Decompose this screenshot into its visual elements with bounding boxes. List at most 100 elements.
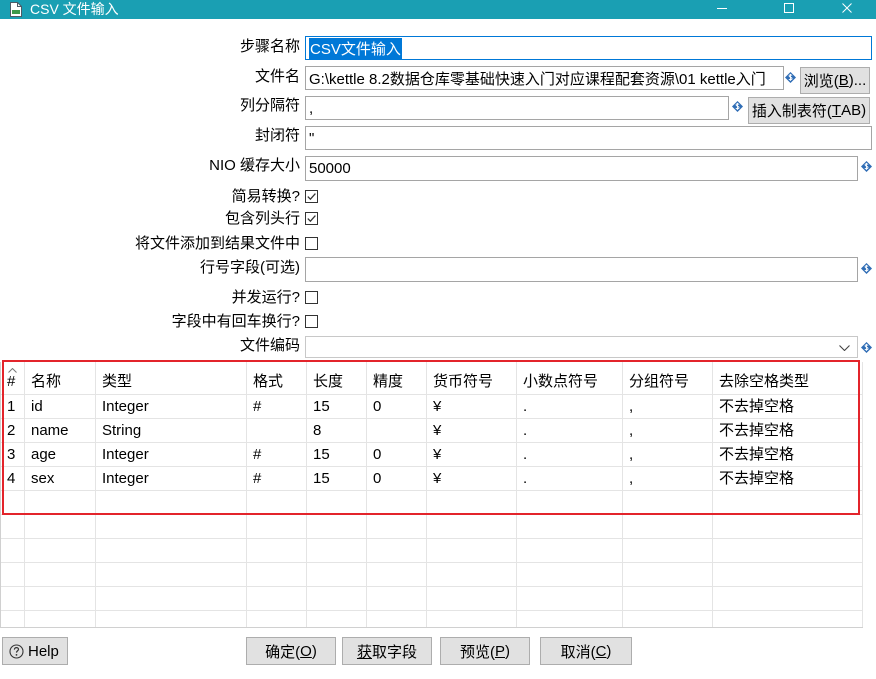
row-number-cell[interactable]: 3: [1, 443, 25, 466]
empty-cell[interactable]: [623, 491, 713, 514]
empty-cell[interactable]: [623, 539, 713, 562]
empty-cell[interactable]: [427, 515, 517, 538]
empty-cell[interactable]: [307, 539, 367, 562]
close-button[interactable]: [827, 0, 867, 19]
table-row[interactable]: 3 age Integer #15 0 ¥., 不去掉空格: [1, 443, 863, 467]
empty-cell[interactable]: [96, 611, 247, 627]
get-fields-button[interactable]: 获取字段: [342, 637, 432, 665]
empty-cell[interactable]: [25, 587, 96, 610]
table-row[interactable]: 2 name String 8 ¥., 不去掉空格: [1, 419, 863, 443]
empty-cell[interactable]: [1, 563, 25, 586]
field-length-cell[interactable]: 15: [307, 467, 367, 490]
field-decimal-cell[interactable]: .: [517, 419, 623, 442]
field-format-cell[interactable]: #: [247, 395, 307, 418]
maximize-button[interactable]: [769, 0, 809, 19]
empty-cell[interactable]: [25, 491, 96, 514]
step-name-input[interactable]: CSV文件输入: [305, 36, 872, 60]
empty-cell[interactable]: [247, 491, 307, 514]
empty-cell[interactable]: [713, 539, 863, 562]
empty-cell[interactable]: [307, 491, 367, 514]
column-header-number[interactable]: #: [1, 362, 25, 394]
column-header-type[interactable]: 类型: [96, 362, 247, 394]
newlines-in-fields-checkbox[interactable]: [305, 315, 318, 328]
empty-cell[interactable]: [96, 563, 247, 586]
field-group-cell[interactable]: ,: [623, 443, 713, 466]
lazy-conversion-checkbox[interactable]: [305, 190, 318, 203]
field-trim-type-cell[interactable]: 不去掉空格: [713, 443, 863, 466]
empty-cell[interactable]: [713, 611, 863, 627]
field-currency-cell[interactable]: ¥: [427, 467, 517, 490]
empty-cell[interactable]: [1, 491, 25, 514]
column-header-precision[interactable]: 精度: [367, 362, 427, 394]
enclosure-input[interactable]: ": [305, 126, 872, 150]
cancel-button[interactable]: 取消(C): [540, 637, 632, 665]
empty-cell[interactable]: [367, 515, 427, 538]
fields-table[interactable]: # 名称 类型 格式 长度 精度 货币符号 小数点符号 分组符号 去除空格类型 1 id Integer…: [0, 362, 863, 628]
nio-buffer-size-input[interactable]: 50000: [305, 156, 858, 181]
empty-table-row[interactable]: [1, 563, 863, 587]
empty-cell[interactable]: [25, 515, 96, 538]
field-group-cell[interactable]: ,: [623, 467, 713, 490]
empty-table-row[interactable]: [1, 539, 863, 563]
empty-cell[interactable]: [427, 563, 517, 586]
empty-cell[interactable]: [96, 491, 247, 514]
empty-cell[interactable]: [1, 515, 25, 538]
empty-cell[interactable]: [307, 611, 367, 627]
field-length-cell[interactable]: 8: [307, 419, 367, 442]
empty-cell[interactable]: [307, 587, 367, 610]
column-header-currency[interactable]: 货币符号: [427, 362, 517, 394]
empty-cell[interactable]: [427, 611, 517, 627]
row-number-cell[interactable]: 4: [1, 467, 25, 490]
empty-cell[interactable]: [367, 563, 427, 586]
empty-cell[interactable]: [25, 563, 96, 586]
row-number-field-input[interactable]: [305, 257, 858, 282]
empty-table-row[interactable]: [1, 491, 863, 515]
empty-cell[interactable]: [307, 515, 367, 538]
field-currency-cell[interactable]: ¥: [427, 443, 517, 466]
empty-table-row[interactable]: [1, 611, 863, 627]
minimize-button[interactable]: [702, 0, 742, 19]
field-trim-type-cell[interactable]: 不去掉空格: [713, 395, 863, 418]
title-bar[interactable]: CSV 文件输入: [0, 0, 876, 19]
empty-cell[interactable]: [517, 539, 623, 562]
field-currency-cell[interactable]: ¥: [427, 395, 517, 418]
column-header-length[interactable]: 长度: [307, 362, 367, 394]
empty-cell[interactable]: [247, 587, 307, 610]
field-precision-cell[interactable]: 0: [367, 443, 427, 466]
field-type-cell[interactable]: String: [96, 419, 247, 442]
run-in-parallel-checkbox[interactable]: [305, 291, 318, 304]
empty-cell[interactable]: [367, 539, 427, 562]
empty-cell[interactable]: [247, 611, 307, 627]
empty-cell[interactable]: [427, 539, 517, 562]
field-type-cell[interactable]: Integer: [96, 395, 247, 418]
empty-cell[interactable]: [1, 611, 25, 627]
field-format-cell[interactable]: #: [247, 443, 307, 466]
add-to-result-files-checkbox[interactable]: [305, 237, 318, 250]
empty-cell[interactable]: [247, 515, 307, 538]
field-format-cell[interactable]: #: [247, 467, 307, 490]
field-length-cell[interactable]: 15: [307, 395, 367, 418]
empty-cell[interactable]: [623, 611, 713, 627]
empty-cell[interactable]: [517, 611, 623, 627]
column-header-trim-type[interactable]: 去除空格类型: [713, 362, 863, 394]
field-currency-cell[interactable]: ¥: [427, 419, 517, 442]
table-row[interactable]: 4 sex Integer #15 0 ¥., 不去掉空格: [1, 467, 863, 491]
empty-table-row[interactable]: [1, 587, 863, 611]
empty-cell[interactable]: [96, 515, 247, 538]
empty-cell[interactable]: [623, 587, 713, 610]
empty-cell[interactable]: [25, 539, 96, 562]
delimiter-input[interactable]: ,: [305, 96, 729, 120]
empty-cell[interactable]: [623, 515, 713, 538]
help-button[interactable]: Help: [2, 637, 68, 665]
field-name-cell[interactable]: age: [25, 443, 96, 466]
field-trim-type-cell[interactable]: 不去掉空格: [713, 467, 863, 490]
field-group-cell[interactable]: ,: [623, 395, 713, 418]
column-header-name[interactable]: 名称: [25, 362, 96, 394]
row-number-cell[interactable]: 1: [1, 395, 25, 418]
column-header-decimal[interactable]: 小数点符号: [517, 362, 623, 394]
empty-table-row[interactable]: [1, 515, 863, 539]
insert-tab-button[interactable]: 插入制表符(T AB): [748, 97, 870, 124]
empty-cell[interactable]: [517, 515, 623, 538]
ok-button[interactable]: 确定(O): [246, 637, 336, 665]
file-encoding-select[interactable]: [305, 336, 858, 358]
